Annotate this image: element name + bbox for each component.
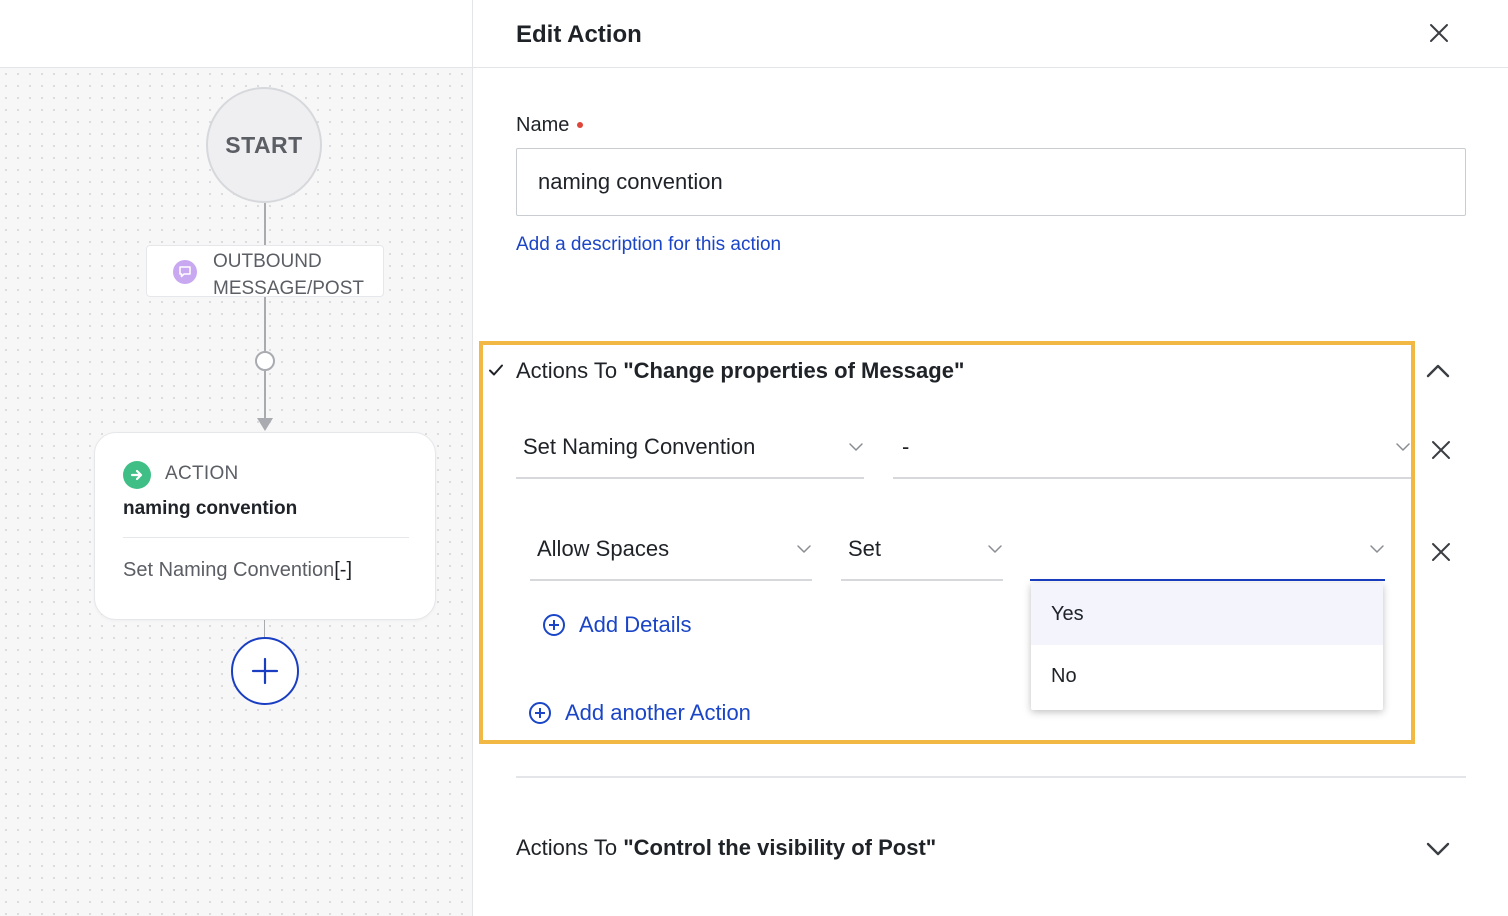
name-field-label-text: Name [516, 114, 570, 136]
chevron-up-icon [1426, 364, 1450, 378]
section-title-target: "Control the visibility of Post" [623, 835, 937, 860]
connector-line [264, 203, 266, 245]
section-title-change-properties: Actions To "Change properties of Message… [516, 358, 964, 384]
section-title-control-visibility[interactable]: Actions To "Control the visibility of Po… [516, 835, 936, 861]
name-input[interactable] [516, 148, 1466, 216]
select-value: Allow Spaces [537, 536, 670, 561]
action-summary-value: [-] [334, 559, 353, 581]
action-type-label: ACTION [165, 463, 239, 484]
action-summary-field: Set Naming Convention [123, 559, 335, 581]
remove-row-button[interactable] [1429, 540, 1453, 564]
select-value: Set [848, 536, 882, 561]
value-select[interactable]: - [893, 423, 1411, 479]
action-node-name: naming convention [123, 498, 298, 519]
arrow-right-icon [123, 461, 151, 489]
divider [123, 537, 409, 538]
required-indicator [577, 121, 584, 128]
add-details-label: Add Details [579, 612, 692, 637]
close-icon [1432, 441, 1450, 459]
section-divider [516, 776, 1466, 778]
close-icon [1432, 543, 1450, 561]
chevron-down-icon [1370, 545, 1384, 553]
start-node[interactable]: START [206, 87, 322, 203]
field-select-set-naming-convention[interactable]: Set Naming Convention [516, 423, 864, 479]
chevron-down-icon [1396, 443, 1410, 451]
field-select-allow-spaces[interactable]: Allow Spaces [530, 525, 812, 581]
message-icon [173, 260, 197, 284]
trigger-label: OUTBOUND MESSAGE/POST [213, 251, 364, 299]
collapse-section-button[interactable] [1423, 360, 1453, 382]
select-value: Set Naming Convention [523, 434, 756, 459]
connector-line [264, 371, 266, 421]
section-title-prefix: Actions To [516, 358, 624, 383]
select-value: - [902, 434, 910, 459]
connector-node[interactable] [255, 351, 275, 371]
value-dropdown-menu: Yes No [1031, 583, 1383, 710]
add-description-link[interactable]: Add a description for this action [516, 234, 781, 256]
action-summary: Set Naming Convention[-] [123, 559, 352, 582]
panel-header: Edit Action [473, 0, 1508, 68]
chevron-down-icon [797, 545, 811, 553]
add-details-button[interactable]: Add Details [543, 612, 692, 638]
plus-circle-icon [543, 614, 565, 636]
arrow-down-icon [257, 418, 273, 431]
trigger-node[interactable]: OUTBOUND MESSAGE/POST [146, 245, 384, 299]
chevron-down-icon [849, 443, 863, 451]
operator-select[interactable]: Set [841, 525, 1003, 581]
dropdown-option-no[interactable]: No [1031, 645, 1383, 707]
section-title-prefix: Actions To [516, 835, 624, 860]
section-title-target: "Change properties of Message" [623, 358, 965, 383]
plus-circle-icon [529, 702, 551, 724]
value-select-open[interactable] [1030, 525, 1385, 581]
expand-section-button[interactable] [1423, 838, 1453, 860]
remove-row-button[interactable] [1429, 438, 1453, 462]
edit-action-panel: Edit Action Name Add a description for t… [472, 0, 1508, 916]
action-node-card[interactable]: ACTION naming convention Set Naming Conv… [94, 432, 436, 620]
canvas-toolbar [0, 0, 472, 68]
check-icon [489, 364, 503, 376]
panel-title: Edit Action [516, 21, 642, 48]
add-another-action-label: Add another Action [565, 700, 751, 725]
add-node-button[interactable] [231, 637, 299, 705]
dropdown-option-yes[interactable]: Yes [1031, 583, 1383, 645]
plus-icon [251, 657, 279, 685]
close-panel-button[interactable] [1425, 19, 1453, 47]
connector-line [264, 297, 266, 351]
name-field-label: Name [516, 114, 584, 137]
close-icon [1430, 24, 1448, 42]
start-node-label: START [225, 131, 303, 158]
chevron-down-icon [988, 545, 1002, 553]
chevron-down-icon [1426, 842, 1450, 856]
add-another-action-button[interactable]: Add another Action [529, 700, 751, 726]
